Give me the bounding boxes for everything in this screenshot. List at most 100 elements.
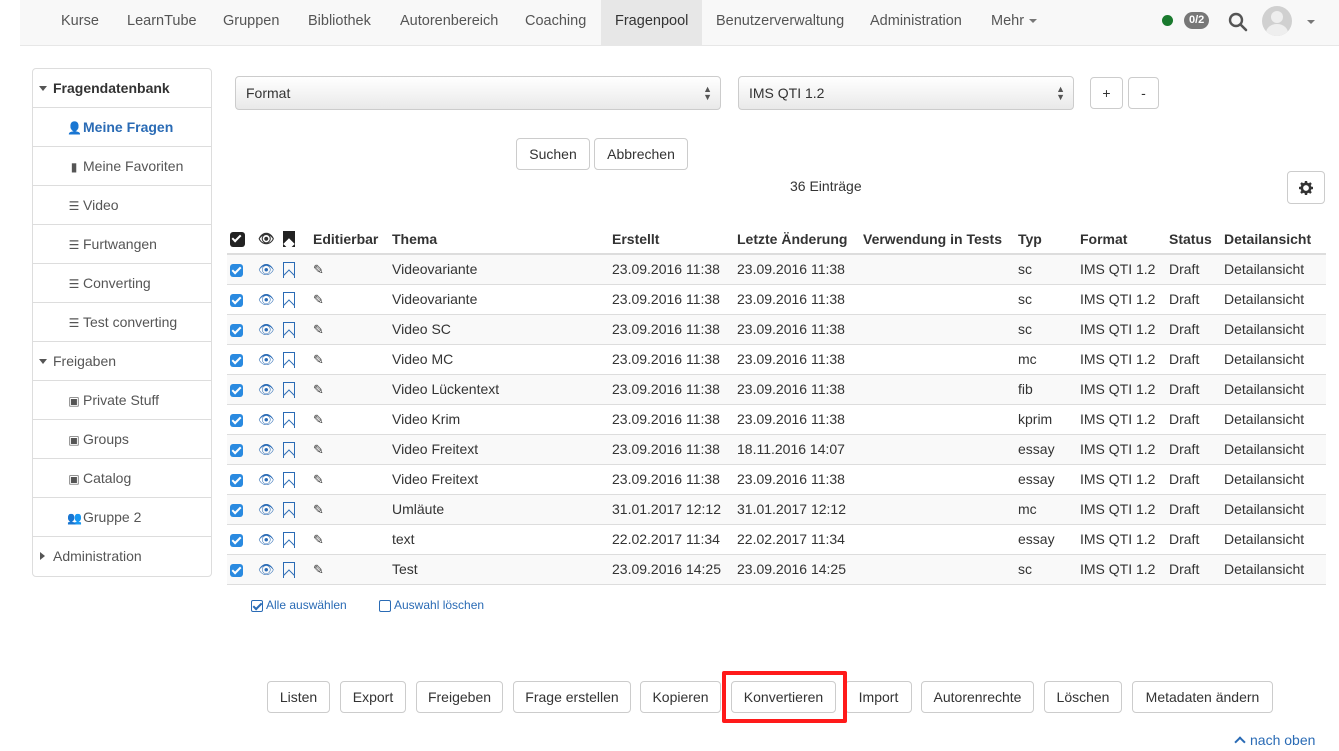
row-favorite-cell[interactable] (280, 494, 310, 525)
col-verwendung[interactable]: Verwendung in Tests (860, 226, 1015, 255)
cancel-button[interactable]: Abbrechen (594, 138, 688, 170)
checkbox-icon[interactable] (230, 443, 243, 457)
row-edit-cell[interactable]: ✎ (310, 374, 389, 405)
row-preview-cell[interactable]: 👁 (255, 524, 280, 555)
eye-icon[interactable]: 👁 (258, 352, 275, 367)
row-edit-cell[interactable]: ✎ (310, 434, 389, 465)
select-all-link[interactable]: Alle auswählen (251, 598, 347, 612)
col-detailansicht[interactable]: Detailansicht (1221, 226, 1326, 255)
nav-item-gruppen[interactable]: Gruppen (209, 0, 293, 45)
edit-icon[interactable]: ✎ (313, 412, 324, 427)
bookmark-icon[interactable] (283, 561, 295, 578)
back-to-top-link[interactable]: nach oben (1234, 732, 1315, 748)
row-preview-cell[interactable]: 👁 (255, 554, 280, 585)
sidebar-item-furtwangen[interactable]: ☰ Furtwangen (33, 225, 211, 264)
action-loeschen-button[interactable]: Löschen (1044, 681, 1122, 713)
row-detail-link[interactable]: Detailansicht (1221, 434, 1326, 465)
edit-icon[interactable]: ✎ (313, 532, 324, 547)
filter-field-select[interactable]: Format ▲ ▼ (235, 76, 721, 110)
sidebar-item-fragendatenbank[interactable]: Fragendatenbank (33, 69, 211, 108)
nav-item-learntube[interactable]: LearnTube (113, 0, 211, 45)
eye-icon[interactable]: 👁 (258, 412, 275, 427)
row-preview-cell[interactable]: 👁 (255, 374, 280, 405)
nav-item-kurse[interactable]: Kurse (47, 0, 113, 45)
sidebar-item-administration[interactable]: Administration (33, 537, 211, 576)
row-select-cell[interactable] (227, 314, 255, 345)
avatar[interactable] (1262, 6, 1292, 36)
action-autorenrechte-button[interactable]: Autorenrechte (921, 681, 1034, 713)
action-kopieren-button[interactable]: Kopieren (640, 681, 721, 713)
col-status[interactable]: Status (1166, 226, 1221, 255)
edit-icon[interactable]: ✎ (313, 292, 324, 307)
chevron-down-icon[interactable] (1307, 20, 1315, 24)
action-import-button[interactable]: Import (845, 681, 912, 713)
bookmark-icon[interactable] (283, 501, 295, 518)
edit-icon[interactable]: ✎ (313, 322, 324, 337)
eye-icon[interactable]: 👁 (258, 502, 275, 517)
row-edit-cell[interactable]: ✎ (310, 284, 389, 315)
checkbox-icon[interactable] (230, 503, 243, 517)
sidebar-item-private-stuff[interactable]: ▣ Private Stuff (33, 381, 211, 420)
bookmark-icon[interactable] (283, 381, 295, 398)
edit-icon[interactable]: ✎ (313, 502, 324, 517)
add-filter-button[interactable]: + (1090, 77, 1123, 109)
row-select-cell[interactable] (227, 554, 255, 585)
checkbox-icon[interactable] (230, 293, 243, 307)
checkbox-icon[interactable] (230, 563, 243, 577)
edit-icon[interactable]: ✎ (313, 442, 324, 457)
eye-icon[interactable]: 👁 (258, 472, 275, 487)
bookmark-icon[interactable] (283, 261, 295, 278)
row-detail-link[interactable]: Detailansicht (1221, 374, 1326, 405)
sidebar-item-gruppe-2[interactable]: 👥Gruppe 2 (33, 498, 211, 537)
eye-icon[interactable]: 👁 (258, 562, 275, 577)
col-letzte-aenderung[interactable]: Letzte Änderung (734, 226, 860, 255)
bookmark-icon[interactable] (283, 321, 295, 338)
row-select-cell[interactable] (227, 284, 255, 315)
row-edit-cell[interactable]: ✎ (310, 494, 389, 525)
row-edit-cell[interactable]: ✎ (310, 404, 389, 435)
row-edit-cell[interactable]: ✎ (310, 314, 389, 345)
nav-item-bibliothek[interactable]: Bibliothek (294, 0, 385, 45)
eye-icon[interactable]: 👁 (258, 322, 275, 337)
action-frage-erstellen-button[interactable]: Frage erstellen (513, 681, 631, 713)
bookmark-icon[interactable] (283, 291, 295, 308)
table-settings-button[interactable] (1287, 171, 1325, 204)
checkbox-icon[interactable] (230, 473, 243, 487)
sidebar-item-converting[interactable]: ☰ Converting (33, 264, 211, 303)
checkbox-icon[interactable] (230, 413, 243, 427)
search-button[interactable]: Suchen (516, 138, 590, 170)
sidebar-item-groups[interactable]: ▣ Groups (33, 420, 211, 459)
row-detail-link[interactable]: Detailansicht (1221, 314, 1326, 345)
row-edit-cell[interactable]: ✎ (310, 254, 389, 285)
row-detail-link[interactable]: Detailansicht (1221, 404, 1326, 435)
nav-item-coaching[interactable]: Coaching (511, 0, 600, 45)
row-select-cell[interactable] (227, 464, 255, 495)
row-select-cell[interactable] (227, 254, 255, 285)
eye-icon[interactable]: 👁 (258, 442, 275, 457)
row-preview-cell[interactable]: 👁 (255, 464, 280, 495)
nav-item-mehr[interactable]: Mehr (977, 0, 1051, 45)
row-favorite-cell[interactable] (280, 464, 310, 495)
bookmark-icon[interactable] (283, 351, 295, 368)
row-preview-cell[interactable]: 👁 (255, 284, 280, 315)
checkbox-icon[interactable] (230, 323, 243, 337)
action-metadaten-aendern-button[interactable]: Metadaten ändern (1132, 681, 1273, 713)
row-preview-cell[interactable]: 👁 (255, 314, 280, 345)
row-favorite-cell[interactable] (280, 314, 310, 345)
action-listen-button[interactable]: Listen (267, 681, 330, 713)
row-detail-link[interactable]: Detailansicht (1221, 494, 1326, 525)
row-favorite-cell[interactable] (280, 434, 310, 465)
action-export-button[interactable]: Export (340, 681, 406, 713)
action-freigeben-button[interactable]: Freigeben (416, 681, 503, 713)
eye-icon[interactable]: 👁 (258, 292, 275, 307)
row-favorite-cell[interactable] (280, 344, 310, 375)
row-select-cell[interactable] (227, 524, 255, 555)
eye-icon[interactable]: 👁 (258, 532, 275, 547)
col-typ[interactable]: Typ (1015, 226, 1077, 255)
row-favorite-cell[interactable] (280, 254, 310, 285)
nav-item-autorenbereich[interactable]: Autorenbereich (386, 0, 512, 45)
row-detail-link[interactable]: Detailansicht (1221, 344, 1326, 375)
row-detail-link[interactable]: Detailansicht (1221, 284, 1326, 315)
search-icon[interactable] (1228, 12, 1248, 32)
nav-item-benutzerverwaltung[interactable]: Benutzerverwaltung (702, 0, 858, 45)
